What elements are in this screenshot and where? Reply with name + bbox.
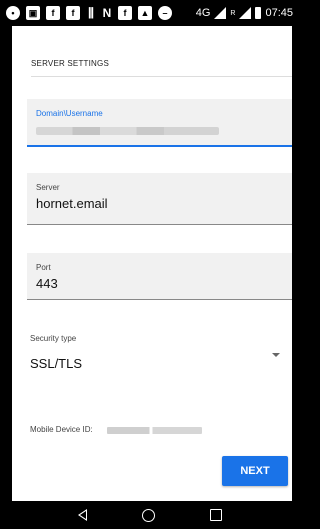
nfc-icon: N xyxy=(102,6,112,20)
clock: 07:45 xyxy=(265,7,293,19)
settings-panel: SERVER SETTINGS Domain\Username Server h… xyxy=(12,26,292,501)
back-icon[interactable] xyxy=(77,509,87,521)
mobile-device-id-value-redacted xyxy=(107,427,202,434)
do-not-disturb-icon: – xyxy=(158,6,172,20)
security-type-select[interactable]: SSL/TLS xyxy=(30,356,82,371)
network-type: 4G xyxy=(195,7,211,19)
gallery-icon: ▣ xyxy=(26,6,40,20)
home-icon[interactable] xyxy=(141,508,155,522)
next-button[interactable]: NEXT xyxy=(222,456,288,486)
message-icon: • xyxy=(6,6,20,20)
signal-icon xyxy=(214,7,227,19)
signal-bars-icon: ⫼ xyxy=(88,5,94,20)
screen: • ▣ f f ⫼ N f ▲ – 4G R 07:45 SERVER SETT… xyxy=(0,0,299,529)
port-label: Port xyxy=(36,263,51,272)
page-title: SERVER SETTINGS xyxy=(31,59,109,68)
divider xyxy=(31,76,292,77)
server-field[interactable]: Server hornet.email xyxy=(27,173,292,225)
server-label: Server xyxy=(36,183,60,192)
image-icon: ▲ xyxy=(138,6,152,20)
notification-icons: • ▣ f f ⫼ N f ▲ – xyxy=(6,6,172,20)
signal-icon xyxy=(239,7,252,19)
domain-username-value-redacted xyxy=(36,127,219,135)
status-bar: • ▣ f f ⫼ N f ▲ – 4G R 07:45 xyxy=(0,0,299,26)
chevron-down-icon[interactable] xyxy=(272,353,280,357)
app-icon: f xyxy=(118,6,132,20)
port-value: 443 xyxy=(36,276,58,291)
status-right: 4G R 07:45 xyxy=(196,7,293,19)
server-value: hornet.email xyxy=(36,196,108,211)
recents-icon[interactable] xyxy=(209,509,222,521)
battery-icon xyxy=(255,7,262,19)
app-icon: f xyxy=(46,6,60,20)
mobile-device-id-label: Mobile Device ID: xyxy=(30,425,93,434)
navigation-bar xyxy=(0,501,299,529)
domain-username-label: Domain\Username xyxy=(36,109,103,118)
app-icon: f xyxy=(66,6,80,20)
roaming-indicator: R xyxy=(230,9,236,17)
port-field[interactable]: Port 443 xyxy=(27,253,292,300)
security-type-label: Security type xyxy=(30,334,77,343)
domain-username-field[interactable]: Domain\Username xyxy=(27,99,292,147)
